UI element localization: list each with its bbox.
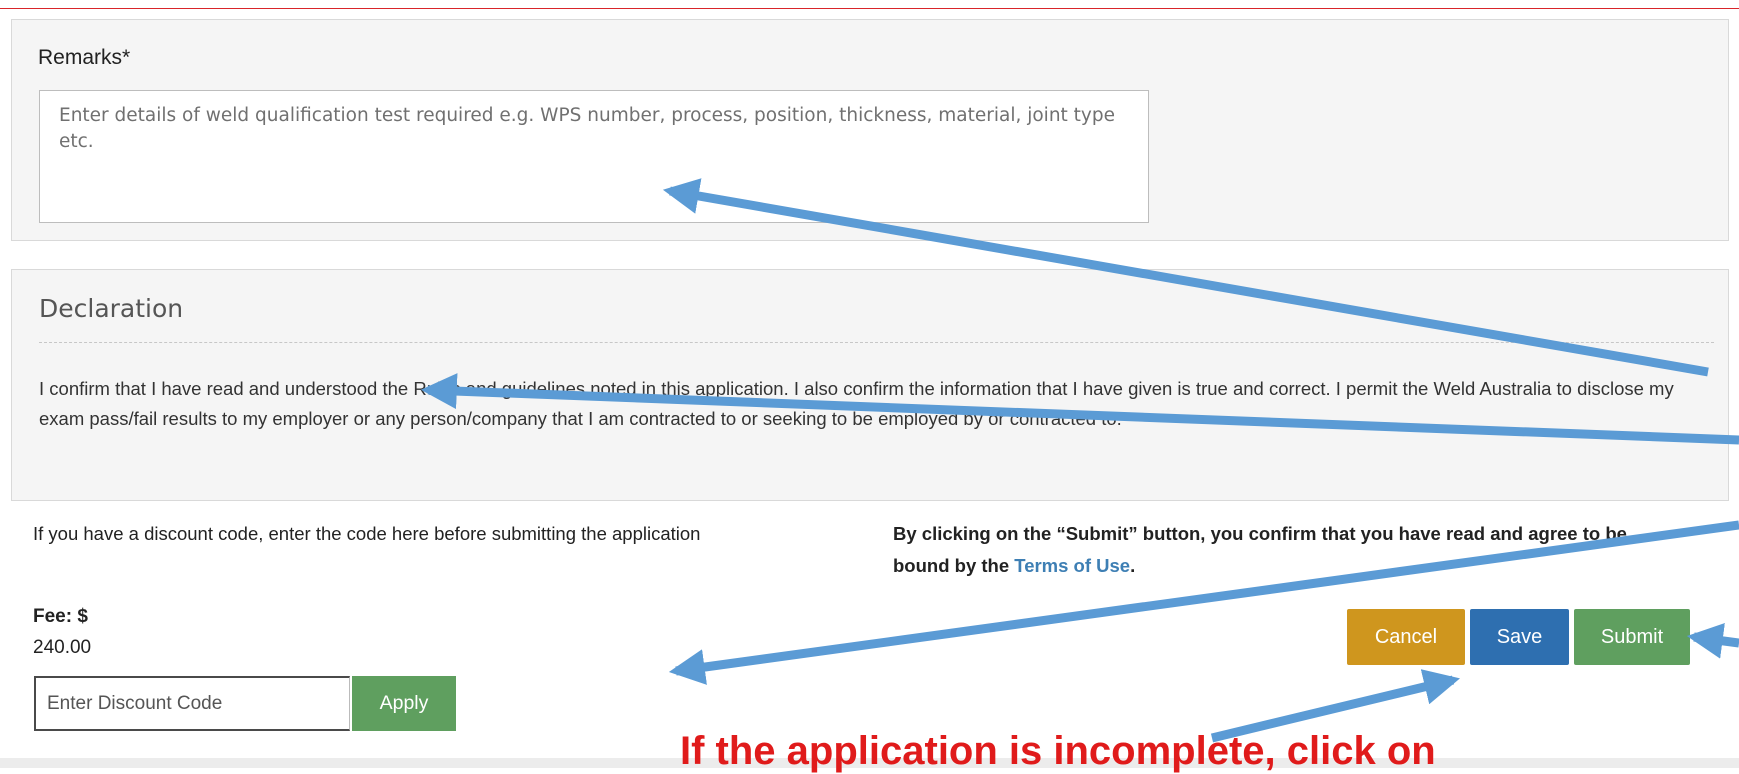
remarks-panel: Remarks*: [11, 19, 1729, 241]
terms-of-use-link[interactable]: Terms of Use: [1014, 555, 1130, 576]
discount-code-input[interactable]: [34, 676, 350, 731]
fee-value: 240.00: [33, 637, 92, 658]
top-border-line: [0, 8, 1739, 9]
discount-note: If you have a discount code, enter the c…: [33, 523, 701, 544]
remarks-textarea[interactable]: [39, 90, 1149, 223]
terms-statement: By clicking on the “Submit” button, you …: [893, 518, 1683, 582]
remarks-label: Remarks*: [38, 46, 131, 69]
terms-prefix: By clicking on the “Submit” button, you …: [893, 523, 1627, 576]
declaration-title: Declaration: [39, 294, 184, 323]
declaration-text: I confirm that I have read and understoo…: [39, 378, 1674, 429]
annotation-bottom-note: If the application is incomplete, click …: [680, 729, 1436, 773]
terms-suffix: .: [1130, 555, 1136, 576]
apply-discount-button[interactable]: Apply: [352, 676, 456, 731]
cancel-button[interactable]: Cancel: [1347, 609, 1465, 665]
fee-label: Fee: $: [33, 606, 88, 627]
declaration-divider: [39, 342, 1714, 343]
save-button[interactable]: Save: [1470, 609, 1569, 665]
declaration-panel: Declaration I confirm that I have read a…: [11, 269, 1729, 501]
arrow-to-submit: [1686, 622, 1739, 659]
submit-button[interactable]: Submit: [1574, 609, 1690, 665]
